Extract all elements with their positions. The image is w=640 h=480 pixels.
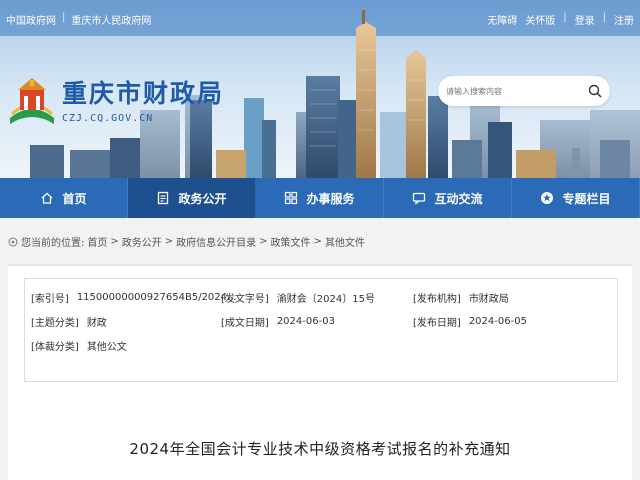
nav-label: 首页 (62, 191, 87, 206)
nav-label: 互动交流 (434, 191, 483, 206)
grid-icon (285, 191, 298, 205)
search-bar[interactable] (438, 76, 610, 106)
home-icon (42, 192, 53, 204)
meta-row: [索引号] 11500000000927654B5/2024... [发文字号]… (25, 285, 619, 309)
link-gov-cn[interactable]: 中国政府网 (6, 12, 56, 27)
breadcrumb-separator: > (259, 236, 268, 247)
meta-value: 11500000000927654B5/2024... (76, 291, 237, 303)
meta-index-no: [索引号] 11500000000927654B5/2024... (31, 290, 237, 305)
divider: | (563, 12, 567, 23)
nav-label: 政务公开 (178, 191, 227, 206)
breadcrumb-separator: > (313, 236, 322, 247)
breadcrumb-home[interactable]: 首页 (87, 234, 107, 249)
location-pin-icon (8, 237, 18, 246)
nav-label: 专题栏目 (562, 191, 611, 206)
top-left-links: 中国政府网 | 重庆市人民政府网 (6, 12, 151, 27)
meta-value: 2024-06-03 (276, 315, 335, 327)
meta-value: 渝财会〔2024〕15号 (276, 293, 375, 305)
site-header: 中国政府网 | 重庆市人民政府网 无障碍 关怀版 | 登录 | 注册 重庆市财政… (0, 0, 640, 178)
meta-genre: [体裁分类] 其他公文 (31, 338, 127, 353)
document-metadata: [索引号] 11500000000927654B5/2024... [发文字号]… (24, 278, 618, 382)
meta-key: [发布日期] (413, 317, 461, 329)
breadcrumb-info-catalog[interactable]: 政府信息公开目录 (176, 234, 256, 249)
meta-value: 2024-06-05 (468, 315, 527, 327)
nav-topics[interactable]: 专题栏目 (512, 178, 640, 218)
meta-published-date: [发布日期] 2024-06-05 (413, 314, 527, 329)
register-link[interactable]: 注册 (614, 12, 634, 27)
meta-value: 财政 (86, 317, 107, 329)
breadcrumb-separator: > (164, 236, 174, 247)
emblem-icon (10, 78, 54, 124)
meta-topic: [主题分类] 财政 (31, 314, 107, 329)
care-mode-link[interactable]: 关怀版 (525, 12, 555, 27)
divider: | (602, 12, 606, 23)
site-domain: CZJ.CQ.GOV.CN (62, 113, 154, 124)
nav-gov-affairs[interactable]: 政务公开 (128, 178, 256, 218)
meta-key: [体裁分类] (31, 341, 79, 353)
top-right-links: 无障碍 关怀版 | 登录 | 注册 (487, 12, 634, 27)
site-logo[interactable]: 重庆市财政局 CZJ.CQ.GOV.CN (6, 70, 224, 128)
meta-created-date: [成文日期] 2024-06-03 (221, 314, 335, 329)
nav-label: 办事服务 (306, 191, 355, 206)
meta-row: [主题分类] 财政 [成文日期] 2024-06-03 [发布日期] 2024-… (25, 309, 619, 333)
meta-key: [成文日期] (221, 317, 269, 329)
divider: | (62, 12, 66, 23)
breadcrumb: 您当前的位置: 首页 > 政务公开 > 政府信息公开目录 > 政策文件 > 其他… (8, 234, 365, 249)
meta-key: [主题分类] (31, 317, 79, 329)
breadcrumb-separator: > (110, 236, 119, 247)
breadcrumb-other-docs[interactable]: 其他文件 (325, 234, 365, 249)
chat-icon (413, 192, 426, 205)
meta-value: 其他公文 (86, 341, 127, 353)
search-input[interactable] (446, 86, 586, 96)
breadcrumb-policy-docs[interactable]: 政策文件 (271, 234, 311, 249)
meta-doc-no: [发文字号] 渝财会〔2024〕15号 (221, 290, 375, 305)
breadcrumb-prefix: 您当前的位置: (21, 238, 85, 249)
breadcrumb-gov-affairs[interactable]: 政务公开 (122, 234, 162, 249)
main-nav: 首页 政务公开 办事服务 互动交流 专题栏目 (0, 178, 640, 218)
meta-publisher: [发布机构] 市财政局 (413, 290, 509, 305)
star-icon (541, 192, 554, 204)
nav-home[interactable]: 首页 (0, 178, 128, 218)
meta-key: [发布机构] (413, 293, 461, 305)
meta-value: 市财政局 (468, 293, 509, 305)
nav-services[interactable]: 办事服务 (256, 178, 384, 218)
article-title: 2024年全国会计专业技术中级资格考试报名的补充通知 (129, 440, 511, 458)
meta-row: [体裁分类] 其他公文 (25, 333, 619, 357)
site-title: 重庆市财政局 (62, 79, 225, 108)
meta-key: [发文字号] (221, 293, 269, 305)
link-cq-gov[interactable]: 重庆市人民政府网 (71, 12, 151, 27)
nav-interaction[interactable]: 互动交流 (384, 178, 512, 218)
document-icon (158, 191, 169, 205)
search-icon[interactable] (588, 84, 602, 98)
login-link[interactable]: 登录 (575, 12, 595, 27)
meta-key: [索引号] (31, 293, 69, 305)
accessibility-link[interactable]: 无障碍 (487, 12, 517, 27)
